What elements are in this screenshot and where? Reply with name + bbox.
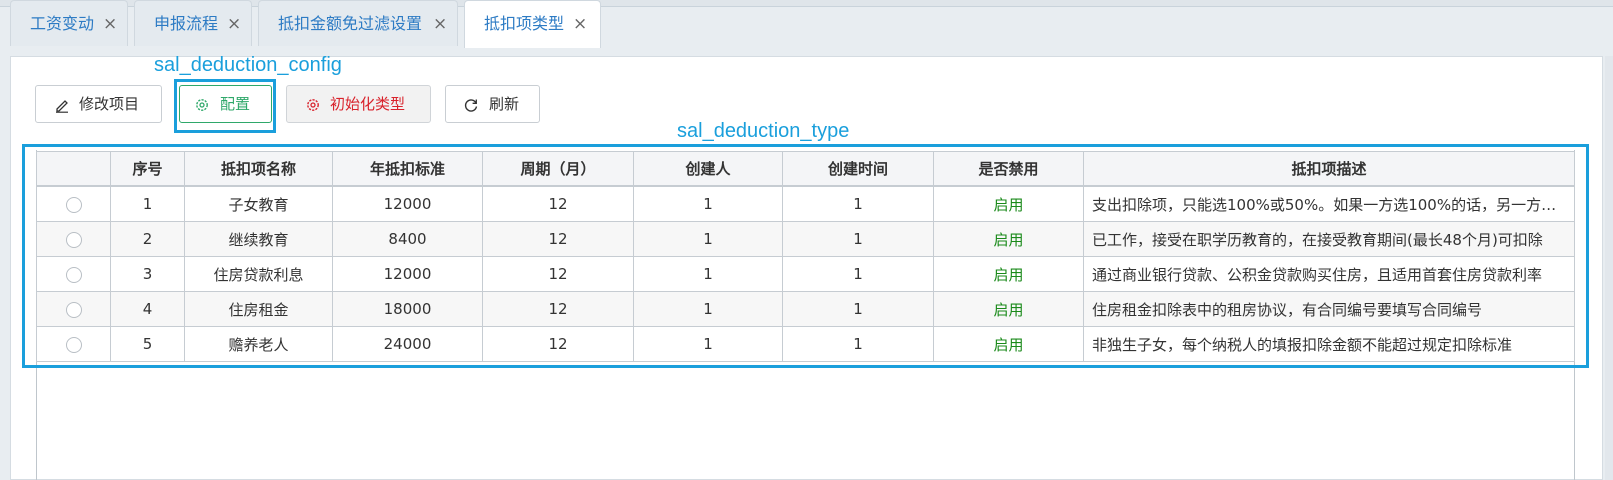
cell-standard: 24000	[332, 326, 483, 362]
tab-label: 抵扣金额免过滤设置	[278, 14, 423, 33]
cell-name: 住房租金	[184, 291, 333, 327]
cell-period: 12	[482, 326, 634, 362]
gear-icon	[305, 86, 321, 122]
table-row[interactable]: 3 住房贷款利息 12000 12 1 1 启用 通过商业银行贷款、公积金贷款购…	[36, 256, 1575, 292]
close-icon[interactable]: ×	[433, 1, 447, 47]
refresh-button[interactable]: 刷新	[445, 85, 540, 123]
cell-desc: 通过商业银行贷款、公积金贷款购买住房，且适用首套住房贷款利率	[1083, 256, 1575, 292]
close-icon[interactable]: ×	[573, 1, 587, 47]
cell-standard: 12000	[332, 185, 483, 222]
table-row[interactable]: 5 赡养老人 24000 12 1 1 启用 非独生子女，每个纳税人的填报扣除金…	[36, 326, 1575, 362]
cell-status: 启用	[933, 326, 1084, 362]
tab-salary-change[interactable]: 工资变动 ×	[10, 0, 128, 46]
cell-seq: 1	[110, 185, 185, 222]
cell-desc: 非独生子女，每个纳税人的填报扣除金额不能超过规定扣除标准	[1083, 326, 1575, 362]
column-header[interactable]: 创建时间	[782, 151, 934, 187]
cell-created: 1	[782, 221, 934, 257]
cell-seq: 4	[110, 291, 185, 327]
cell-status: 启用	[933, 291, 1084, 327]
cell-period: 12	[482, 221, 634, 257]
cell-name: 继续教育	[184, 221, 333, 257]
column-header[interactable]: 序号	[110, 151, 185, 187]
cell-period: 12	[482, 291, 634, 327]
cell-status: 启用	[933, 221, 1084, 257]
deduction-type-table: 序号 抵扣项名称 年抵扣标准 周期（月） 创建人 创建时间 是否禁用 抵扣项描述…	[36, 151, 1575, 362]
row-select-radio[interactable]	[65, 301, 82, 318]
column-header[interactable]: 年抵扣标准	[332, 151, 483, 187]
cell-name: 住房贷款利息	[184, 256, 333, 292]
row-select-radio[interactable]	[65, 336, 82, 353]
cell-status: 启用	[933, 256, 1084, 292]
cell-created: 1	[782, 291, 934, 327]
column-header[interactable]: 是否禁用	[933, 151, 1084, 187]
cell-desc: 住房租金扣除表中的租房协议，有合同编号要填写合同编号	[1083, 291, 1575, 327]
edit-item-button[interactable]: 修改项目	[35, 85, 162, 123]
cell-creator: 1	[633, 291, 783, 327]
refresh-icon	[463, 86, 479, 122]
annotation-table: sal_deduction_type	[677, 120, 850, 142]
cell-desc: 已工作，接受在职学历教育的，在接受教育期间(最长48个月)可扣除	[1083, 221, 1575, 257]
annotation-config: sal_deduction_config	[154, 54, 342, 76]
cell-created: 1	[782, 256, 934, 292]
init-type-button[interactable]: 初始化类型	[286, 85, 431, 123]
table-row[interactable]: 1 子女教育 12000 12 1 1 启用 支出扣除项，只能选100%或50%…	[36, 185, 1575, 222]
cell-status: 启用	[933, 185, 1084, 222]
table-row[interactable]: 4 住房租金 18000 12 1 1 启用 住房租金扣除表中的租房协议，有合同…	[36, 291, 1575, 327]
row-select-radio[interactable]	[65, 266, 82, 283]
cell-seq: 5	[110, 326, 185, 362]
column-header[interactable]: 创建人	[633, 151, 783, 187]
row-select-radio[interactable]	[65, 231, 82, 248]
tab-label: 申报流程	[154, 14, 219, 33]
table-header-row: 序号 抵扣项名称 年抵扣标准 周期（月） 创建人 创建时间 是否禁用 抵扣项描述	[36, 151, 1575, 187]
cell-standard: 8400	[332, 221, 483, 257]
cell-seq: 2	[110, 221, 185, 257]
close-icon[interactable]: ×	[103, 1, 117, 47]
cell-creator: 1	[633, 256, 783, 292]
cell-desc: 支出扣除项，只能选100%或50%。如果一方选100%的话，另一方不能扣除	[1083, 185, 1575, 222]
column-header[interactable]: 抵扣项名称	[184, 151, 333, 187]
tab-declaration-flow[interactable]: 申报流程 ×	[134, 0, 252, 46]
row-select-radio[interactable]	[65, 196, 82, 213]
cell-created: 1	[782, 185, 934, 222]
tab-label: 工资变动	[30, 14, 95, 33]
cell-creator: 1	[633, 221, 783, 257]
cell-seq: 3	[110, 256, 185, 292]
cell-standard: 12000	[332, 256, 483, 292]
close-icon[interactable]: ×	[227, 1, 241, 47]
cell-period: 12	[482, 256, 634, 292]
column-header[interactable]: 周期（月）	[482, 151, 634, 187]
cell-period: 12	[482, 185, 634, 222]
cell-name: 子女教育	[184, 185, 333, 222]
column-header[interactable]: 抵扣项描述	[1083, 151, 1575, 187]
table-row[interactable]: 2 继续教育 8400 12 1 1 启用 已工作，接受在职学历教育的，在接受教…	[36, 221, 1575, 257]
cell-name: 赡养老人	[184, 326, 333, 362]
cell-creator: 1	[633, 326, 783, 362]
config-highlight-box	[174, 79, 276, 133]
tab-deduction-type[interactable]: 抵扣项类型 ×	[464, 0, 601, 48]
vertical-scrollbar[interactable]	[1605, 56, 1613, 480]
pencil-icon	[54, 86, 70, 122]
cell-standard: 18000	[332, 291, 483, 327]
tab-label: 抵扣项类型	[484, 14, 565, 33]
tab-deduction-filter-settings[interactable]: 抵扣金额免过滤设置 ×	[258, 0, 458, 46]
column-header	[36, 151, 111, 187]
cell-created: 1	[782, 326, 934, 362]
cell-creator: 1	[633, 185, 783, 222]
